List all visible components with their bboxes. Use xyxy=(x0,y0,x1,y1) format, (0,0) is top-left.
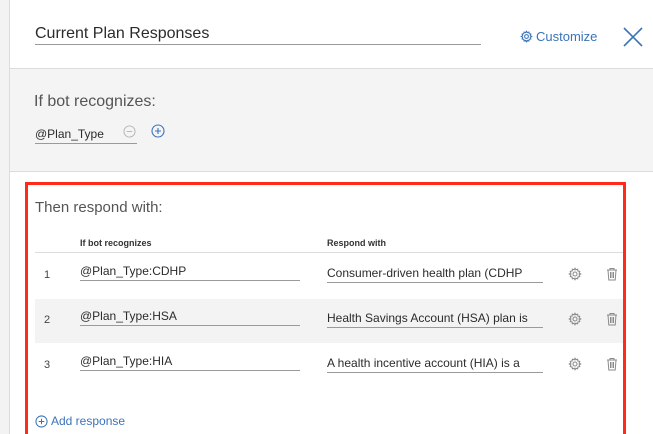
condition-label: If bot recognizes: xyxy=(34,93,156,110)
row-number: 2 xyxy=(44,314,51,326)
trash-icon[interactable] xyxy=(606,312,618,326)
column-header-condition: If bot recognizes xyxy=(80,238,152,248)
response-row: 3 @Plan_Type:HIA A health incentive acco… xyxy=(35,344,626,388)
row-response-input[interactable]: Consumer-driven health plan (CDHP xyxy=(327,264,543,283)
row-response-input[interactable]: A health incentive account (HIA) is a xyxy=(327,354,543,373)
row-condition-input[interactable]: @Plan_Type:HSA xyxy=(80,307,300,326)
close-icon[interactable] xyxy=(622,26,644,48)
gear-icon xyxy=(520,30,533,43)
panel-header: Current Plan Responses Customize xyxy=(10,0,653,69)
response-row: 1 @Plan_Type:CDHP Consumer-driven health… xyxy=(35,254,626,298)
gear-icon[interactable] xyxy=(568,267,582,281)
response-row: 2 @Plan_Type:HSA Health Savings Account … xyxy=(35,299,626,343)
trash-icon[interactable] xyxy=(606,267,618,281)
remove-condition-icon[interactable] xyxy=(123,125,136,138)
responses-label: Then respond with: xyxy=(35,199,163,216)
row-condition-input[interactable]: @Plan_Type:CDHP xyxy=(80,262,300,281)
row-number: 1 xyxy=(44,269,51,281)
row-number: 3 xyxy=(44,359,51,371)
column-header-response: Respond with xyxy=(327,238,386,248)
header-divider xyxy=(35,252,626,253)
customize-button[interactable]: Customize xyxy=(520,29,597,44)
title-input[interactable]: Current Plan Responses xyxy=(35,24,481,45)
condition-section: If bot recognizes: @Plan_Type xyxy=(10,69,653,172)
add-response-button[interactable]: Add response xyxy=(35,414,125,428)
left-strip xyxy=(0,0,10,434)
gear-icon[interactable] xyxy=(568,312,582,326)
customize-label: Customize xyxy=(536,29,598,44)
response-panel: Current Plan Responses Customize If bot … xyxy=(0,0,653,434)
add-response-label: Add response xyxy=(51,414,126,428)
gear-icon[interactable] xyxy=(568,357,582,371)
row-condition-input[interactable]: @Plan_Type:HIA xyxy=(80,352,300,371)
row-response-input[interactable]: Health Savings Account (HSA) plan is xyxy=(327,309,543,328)
add-icon xyxy=(35,414,48,428)
condition-input[interactable]: @Plan_Type xyxy=(35,126,137,144)
add-condition-icon[interactable] xyxy=(151,124,165,138)
trash-icon[interactable] xyxy=(606,357,618,371)
